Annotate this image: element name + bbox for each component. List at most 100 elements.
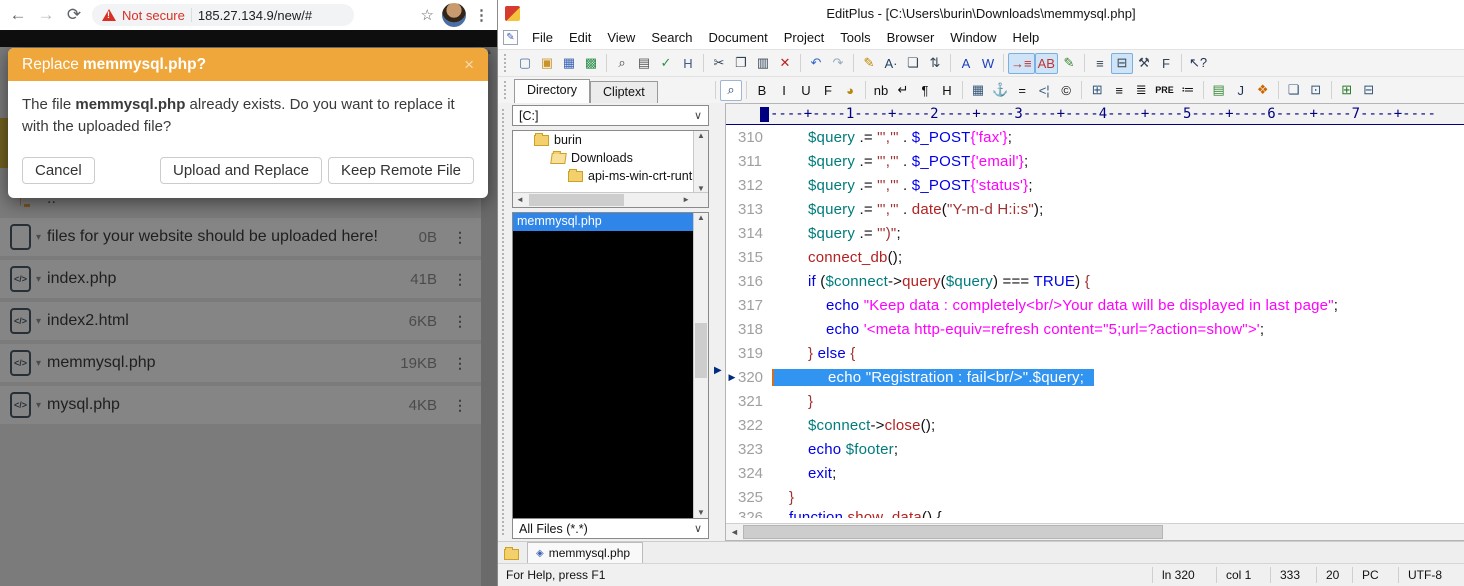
tab-directory[interactable]: Directory — [514, 79, 590, 104]
print-preview-icon[interactable]: ⌕ — [611, 53, 633, 74]
print-icon[interactable]: ▤ — [633, 53, 655, 74]
menu-view[interactable]: View — [599, 28, 643, 47]
document-system-menu-icon[interactable]: ✎ — [503, 30, 518, 45]
browser-preview-icon[interactable]: ⌕ — [720, 80, 742, 101]
tree-scrollbar-thumb[interactable] — [529, 194, 624, 206]
tree-horizontal-scrollbar[interactable]: ◄► — [513, 192, 708, 207]
cut-icon[interactable]: ✂ — [708, 53, 730, 74]
html-document-icon[interactable]: H — [677, 53, 699, 74]
paragraph-icon[interactable]: ¶ — [914, 80, 936, 101]
sort-lines-icon[interactable]: ⇅ — [924, 53, 946, 74]
tree-item-downloads[interactable]: Downloads — [513, 149, 708, 167]
italic-icon[interactable]: I — [773, 80, 795, 101]
file-list-scrollbar[interactable]: ▲▼ — [693, 213, 708, 519]
splitter-collapse-icon[interactable]: ▶ — [714, 365, 722, 376]
delete-icon[interactable]: ✕ — [774, 53, 796, 74]
code-line[interactable]: 319} else { — [726, 341, 1464, 365]
code-line[interactable]: 311$query .= "','" . $_POST{'email'}; — [726, 149, 1464, 173]
auto-complete-icon[interactable]: AB — [1035, 53, 1058, 74]
copy-icon[interactable]: ❐ — [730, 53, 752, 74]
directory-window-icon[interactable]: ⊟ — [1111, 53, 1133, 74]
menu-help[interactable]: Help — [1005, 28, 1048, 47]
bold-icon[interactable]: B — [751, 80, 773, 101]
paste-icon[interactable]: ▥ — [752, 53, 774, 74]
forward-icon[interactable]: → — [36, 5, 56, 25]
toolbar-grip[interactable] — [504, 54, 510, 72]
menu-file[interactable]: File — [524, 28, 561, 47]
new-window-icon[interactable]: ❏ — [1283, 80, 1305, 101]
redo-icon[interactable]: ↷ — [827, 53, 849, 74]
selected-file-item[interactable]: memmysql.php — [513, 213, 693, 231]
non-breaking-space-icon[interactable]: nb — [870, 80, 892, 101]
tab-marks-icon[interactable]: →≡ — [1008, 53, 1035, 74]
spell-check-icon[interactable]: ✓ — [655, 53, 677, 74]
code-line[interactable]: 316if ($connect->query($query) === TRUE)… — [726, 269, 1464, 293]
menu-project[interactable]: Project — [776, 28, 832, 47]
heading-icon[interactable]: H — [936, 80, 958, 101]
menu-edit[interactable]: Edit — [561, 28, 599, 47]
tree-vertical-scrollbar[interactable]: ▲▼ — [693, 131, 708, 193]
align-right-icon[interactable]: ≣ — [1130, 80, 1152, 101]
code-line[interactable]: 312$query .= "','" . $_POST{'status'}; — [726, 173, 1464, 197]
special-character-icon[interactable]: © — [1055, 80, 1077, 101]
tree-item-burin[interactable]: burin — [513, 131, 708, 149]
tree-item-api-ms-win-crt-runtim[interactable]: api-ms-win-crt-runtim — [513, 167, 708, 185]
back-icon[interactable]: ← — [8, 5, 28, 25]
save-file-icon[interactable]: ▦ — [558, 53, 580, 74]
undo-icon[interactable]: ↶ — [805, 53, 827, 74]
open-folder-icon[interactable]: ▣ — [536, 53, 558, 74]
browser-menu-icon[interactable]: ⋮ — [474, 6, 489, 24]
align-center-icon[interactable]: ≡ — [1108, 80, 1130, 101]
panel-splitter[interactable]: ▶ — [713, 103, 725, 541]
bookmark-star-icon[interactable]: ☆ — [421, 6, 434, 24]
context-help-icon[interactable]: ↖? — [1186, 53, 1210, 74]
menu-search[interactable]: Search — [643, 28, 700, 47]
save-all-icon[interactable]: ▩ — [580, 53, 602, 74]
menu-tools[interactable]: Tools — [832, 28, 878, 47]
cliptext-edit-icon[interactable]: ▤ — [1208, 80, 1230, 101]
menu-browser[interactable]: Browser — [879, 28, 943, 47]
split-window-icon[interactable]: ⊟ — [1358, 80, 1380, 101]
line-break-icon[interactable]: ↵ — [892, 80, 914, 101]
syntax-settings-icon[interactable]: ✎ — [1058, 53, 1080, 74]
code-line[interactable]: 318echo '<meta http-equiv=refresh conten… — [726, 317, 1464, 341]
new-document-icon[interactable]: ▢ — [514, 53, 536, 74]
image-icon[interactable]: ▦ — [967, 80, 989, 101]
profile-avatar[interactable] — [442, 3, 466, 27]
windows-explorer-icon[interactable]: ⊞ — [1336, 80, 1358, 101]
function-list-icon[interactable]: F — [1155, 53, 1177, 74]
file-list-scrollbar-thumb[interactable] — [695, 323, 707, 378]
toolbar-grip-2[interactable] — [504, 81, 510, 99]
code-line[interactable]: 323echo $footer; — [726, 437, 1464, 461]
code-line[interactable]: 314$query .= "')"; — [726, 221, 1464, 245]
code-line[interactable]: 313$query .= "','" . date("Y-m-d H:i:s")… — [726, 197, 1464, 221]
code-line[interactable]: 317echo "Keep data : completely<br/>Your… — [726, 293, 1464, 317]
menu-document[interactable]: Document — [701, 28, 776, 47]
horizontal-rule-icon[interactable]: = — [1011, 80, 1033, 101]
objects-icon[interactable]: ❖ — [1252, 80, 1274, 101]
font-color-icon[interactable]: ◕ — [839, 80, 861, 101]
reload-icon[interactable]: ⟳ — [64, 5, 84, 25]
code-line[interactable]: 324exit; — [726, 461, 1464, 485]
document-tab[interactable]: ◈ memmysql.php — [527, 542, 643, 563]
close-icon[interactable]: × — [464, 55, 474, 75]
html-comment-icon[interactable]: <¦ — [1033, 80, 1055, 101]
code-scrollbar-thumb[interactable] — [743, 525, 1163, 539]
code-line[interactable]: 310$query .= "','" . $_POST{'fax'}; — [726, 125, 1464, 149]
upload-and-replace-button[interactable]: Upload and Replace — [160, 157, 322, 184]
file-filter-select[interactable]: All Files (*.*) ∨ — [512, 518, 709, 539]
preformatted-icon[interactable]: PRE — [1152, 80, 1177, 101]
user-tools-icon[interactable]: ⚒ — [1133, 53, 1155, 74]
anchor-icon[interactable]: ⚓ — [989, 80, 1011, 101]
tab-cliptext[interactable]: Cliptext — [590, 81, 658, 104]
menu-window[interactable]: Window — [942, 28, 1004, 47]
font-tag-icon[interactable]: F — [817, 80, 839, 101]
cascade-window-icon[interactable]: ⊡ — [1305, 80, 1327, 101]
find-replace-icon[interactable]: A· — [880, 53, 902, 74]
folder-icon[interactable] — [504, 549, 519, 560]
font-style-icon[interactable]: A — [955, 53, 977, 74]
table-icon[interactable]: ⊞ — [1086, 80, 1108, 101]
code-line[interactable]: 325} — [726, 485, 1464, 509]
highlight-icon[interactable]: ✎ — [858, 53, 880, 74]
code-line[interactable]: 315connect_db(); — [726, 245, 1464, 269]
